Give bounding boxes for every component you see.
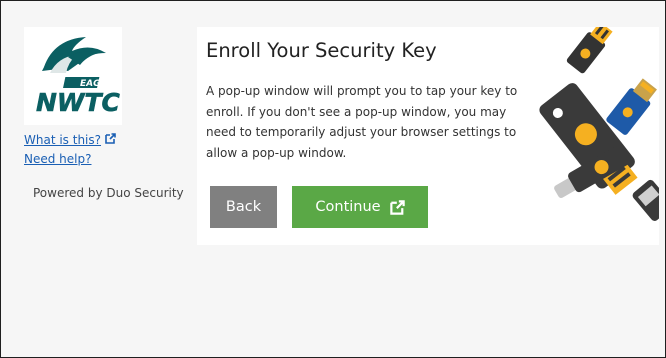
- external-link-icon: [389, 199, 405, 215]
- need-help-link[interactable]: Need help?: [24, 152, 91, 166]
- duo-prompt-frame: EAGLES NWTC What is this? Need help? Pow…: [0, 0, 666, 358]
- what-is-this-link[interactable]: What is this?: [24, 133, 116, 147]
- continue-button[interactable]: Continue: [292, 186, 428, 228]
- what-is-this-label: What is this?: [24, 133, 102, 147]
- nwtc-eagles-logo: EAGLES NWTC: [24, 27, 122, 125]
- nwtc-logo-graphic: EAGLES NWTC: [36, 37, 121, 117]
- back-button-label: Back: [225, 199, 262, 215]
- instructions-text: A pop-up window will prompt you to tap y…: [206, 84, 518, 160]
- back-button[interactable]: Back: [210, 186, 277, 228]
- enroll-card: Enroll Your Security Key A pop-up window…: [197, 21, 666, 245]
- continue-button-label: Continue: [315, 199, 381, 215]
- security-keys-illustration: [531, 21, 666, 245]
- powered-by-text: Powered by Duo Security: [33, 186, 184, 200]
- external-link-icon: [105, 133, 116, 147]
- page-title: Enroll Your Security Key: [206, 39, 437, 62]
- sidebar: EAGLES NWTC What is this? Need help? Pow…: [1, 1, 191, 357]
- logo-lower-text: NWTC: [36, 88, 121, 117]
